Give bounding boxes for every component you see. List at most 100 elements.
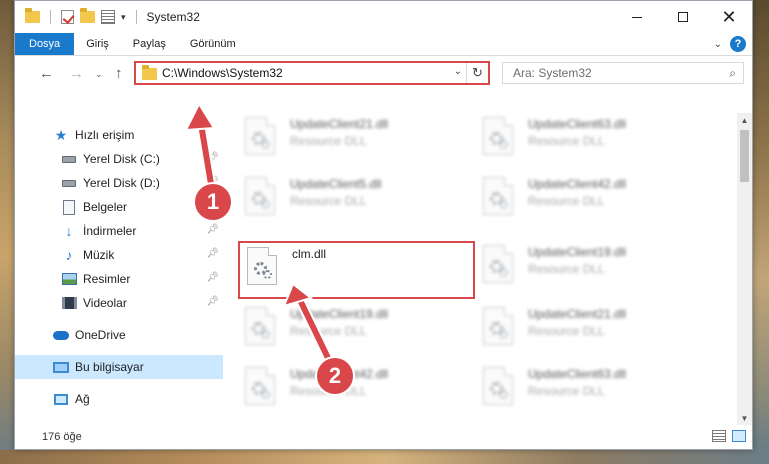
file-name: UpdateClient42.dll <box>528 177 627 191</box>
ribbon-tabs: Dosya Giriş Paylaş Görünüm ⌄ ? <box>15 33 752 56</box>
details-view-icon[interactable] <box>712 430 726 442</box>
file-item[interactable]: UpdateClient63.dll Resource DLL <box>476 113 701 165</box>
scroll-down-arrow-icon[interactable]: ▼ <box>737 411 752 425</box>
pin-icon[interactable]: 📌︎ <box>206 152 219 163</box>
dll-file-icon <box>247 247 277 285</box>
sidebar-item-quick-access[interactable]: ★ Hızlı erişim <box>15 123 223 147</box>
file-description: Resource DLL <box>528 194 605 208</box>
sidebar-item-videos[interactable]: Videolar 📌︎ <box>15 291 223 315</box>
desktop-background-right <box>753 0 769 464</box>
pin-icon[interactable]: 📌︎ <box>206 224 219 235</box>
folder-icon <box>142 65 157 80</box>
maximize-button[interactable] <box>660 1 706 33</box>
tab-giris[interactable]: Giriş <box>74 33 121 55</box>
title-bar: ▾ System32 ✕ <box>15 1 752 33</box>
dll-file-icon <box>483 117 513 155</box>
properties-check-icon[interactable] <box>61 10 74 24</box>
network-icon <box>53 391 69 407</box>
scrollbar-thumb[interactable] <box>740 130 749 182</box>
pictures-icon <box>61 271 77 287</box>
sidebar-item-label: Müzik <box>83 248 115 262</box>
toolbar-separator <box>50 10 51 24</box>
tab-gorunum[interactable]: Görünüm <box>178 33 248 55</box>
file-item[interactable]: UpdateClient21.dll Resource DLL <box>476 303 701 355</box>
file-description: Resource DLL <box>528 134 605 148</box>
sidebar-item-onedrive[interactable]: OneDrive <box>15 323 223 347</box>
sidebar-item-label: Hızlı erişim <box>75 128 135 142</box>
refresh-button[interactable]: ↻ <box>466 63 488 83</box>
navigation-pane: ★ Hızlı erişim Yerel Disk (C:) 📌︎ Yerel … <box>15 113 225 413</box>
sidebar-item-downloads[interactable]: ↓ İndirmeler 📌︎ <box>15 219 223 243</box>
step-badge-2: 2 <box>315 356 355 396</box>
sidebar-item-music[interactable]: ♪ Müzik 📌︎ <box>15 243 223 267</box>
new-folder-icon[interactable] <box>80 8 95 23</box>
sidebar-item-local-disk-c[interactable]: Yerel Disk (C:) 📌︎ <box>15 147 223 171</box>
forward-arrow-icon[interactable]: → <box>69 65 84 82</box>
desktop-background-bottom <box>0 450 769 464</box>
large-icons-view-icon[interactable] <box>732 430 746 442</box>
file-name: UpdateClient63.dll <box>528 367 627 381</box>
drive-icon <box>61 175 77 191</box>
expand-ribbon-chevron-icon[interactable]: ⌄ <box>714 39 722 50</box>
file-description: Resource DLL <box>528 324 605 338</box>
scroll-up-arrow-icon[interactable]: ▲ <box>737 113 752 127</box>
tab-paylas[interactable]: Paylaş <box>121 33 178 55</box>
toolbar-separator <box>135 10 137 24</box>
recent-locations-dropdown-icon[interactable]: ⌄ <box>95 69 103 80</box>
file-name: UpdateClient19.dll <box>290 307 389 321</box>
sidebar-item-label: Belgeler <box>83 200 128 214</box>
file-name: clm.dll <box>292 247 327 261</box>
pin-icon[interactable]: 📌︎ <box>206 296 219 307</box>
search-box[interactable]: Ara: System32 ⌕ <box>502 62 744 84</box>
vertical-scrollbar[interactable]: ▲ ▼ <box>737 113 752 425</box>
sidebar-item-documents[interactable]: Belgeler 📌︎ <box>15 195 223 219</box>
sidebar-item-pictures[interactable]: Resimler 📌︎ <box>15 267 223 291</box>
download-icon: ↓ <box>65 223 73 239</box>
minimize-button[interactable] <box>614 1 660 33</box>
videos-icon <box>61 295 77 311</box>
address-path[interactable]: C:\Windows\System32 <box>162 66 283 80</box>
file-item[interactable]: UpdateClient19.dll Resource DLL <box>476 241 701 293</box>
search-placeholder[interactable]: Ara: System32 <box>513 66 592 80</box>
tab-dosya[interactable]: Dosya <box>15 33 75 55</box>
pin-icon[interactable]: 📌︎ <box>206 248 219 259</box>
back-arrow-icon[interactable]: ← <box>39 65 54 82</box>
close-button[interactable]: ✕ <box>706 1 752 33</box>
sidebar-item-this-pc[interactable]: Bu bilgisayar <box>15 355 223 379</box>
up-arrow-icon[interactable]: ↑ <box>115 65 123 82</box>
file-item-clm-dll[interactable]: clm.dll <box>238 241 475 299</box>
file-description: Resource DLL <box>290 194 367 208</box>
dll-file-icon <box>245 307 275 345</box>
properties-icon[interactable] <box>101 10 115 24</box>
status-bar: 176 öğe <box>15 424 752 449</box>
star-icon: ★ <box>54 126 68 143</box>
window-title: System32 <box>146 10 200 24</box>
sidebar-item-network[interactable]: Ağ <box>15 387 223 411</box>
dll-file-icon <box>483 307 513 345</box>
address-bar[interactable]: C:\Windows\System32 ⌄ ↻ <box>134 61 490 85</box>
file-item[interactable]: UpdateClient42.dll Resource DLL <box>476 173 701 225</box>
music-icon: ♪ <box>65 247 73 263</box>
customize-toolbar-dropdown-icon[interactable]: ▾ <box>121 12 126 23</box>
file-name: UpdateClient19.dll <box>528 245 627 259</box>
folder-icon[interactable] <box>25 8 40 23</box>
sidebar-item-local-disk-d[interactable]: Yerel Disk (D:) 📌︎ <box>15 171 223 195</box>
file-item[interactable]: UpdateClient21.dll Resource DLL <box>238 113 463 165</box>
item-count: 176 öğe <box>42 430 82 443</box>
file-item[interactable]: UpdateClient63.dll Resource DLL <box>476 363 701 415</box>
address-history-chevron-icon[interactable]: ⌄ <box>454 66 462 77</box>
file-name: UpdateClient5.dll <box>290 177 382 191</box>
file-item[interactable]: UpdateClient19.dll Resource DLL <box>238 303 463 355</box>
quick-access-toolbar: ▾ <box>15 8 141 24</box>
step-badge-1: 1 <box>193 182 233 222</box>
help-icon[interactable]: ? <box>730 36 746 52</box>
pin-icon[interactable]: 📌︎ <box>206 272 219 283</box>
drive-icon <box>61 151 77 167</box>
file-name: UpdateClient21.dll <box>290 117 389 131</box>
navigation-bar: ← → ⌄ ↑ C:\Windows\System32 ⌄ ↻ Ara: Sys… <box>15 56 752 92</box>
sidebar-item-label: Videolar <box>83 296 127 310</box>
sidebar-item-label: Bu bilgisayar <box>75 360 144 374</box>
search-icon[interactable]: ⌕ <box>729 66 736 81</box>
file-item[interactable]: UpdateClient5.dll Resource DLL <box>238 173 463 225</box>
file-description: Resource DLL <box>528 262 605 276</box>
